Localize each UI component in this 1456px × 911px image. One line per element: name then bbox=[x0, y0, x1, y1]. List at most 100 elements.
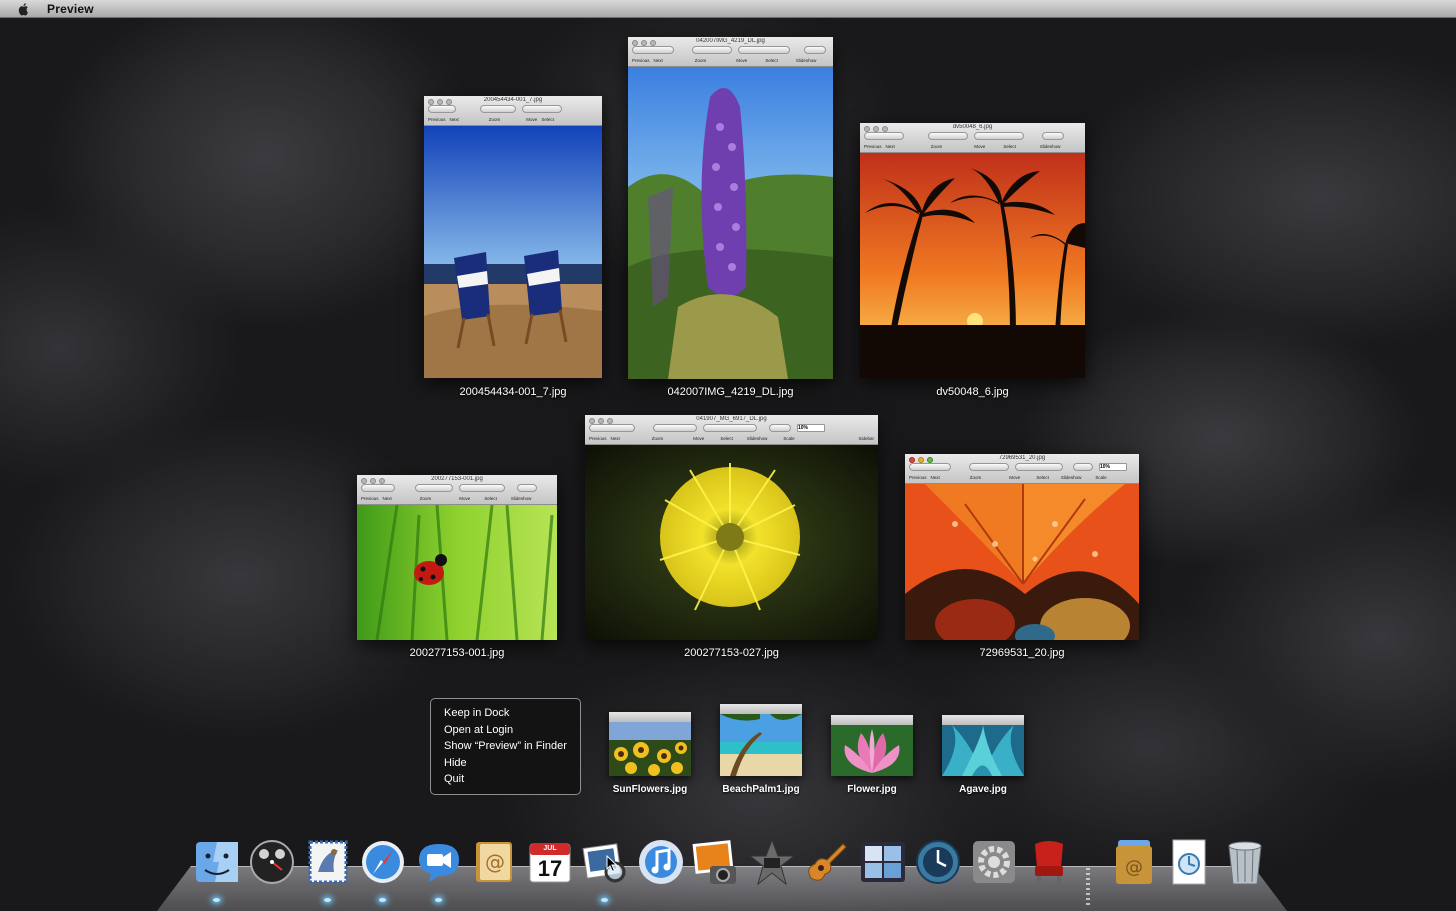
minimized-label: SunFlowers.jpg bbox=[612, 784, 688, 795]
minimized-label: BeachPalm1.jpg bbox=[722, 784, 800, 795]
toolbar-label: Previous bbox=[909, 475, 927, 480]
time-machine-icon[interactable] bbox=[914, 838, 962, 886]
running-indicator bbox=[379, 898, 386, 902]
svg-text:@: @ bbox=[485, 850, 505, 874]
toolbar-label: Previous bbox=[361, 496, 379, 501]
minimized-window-sunflowers[interactable] bbox=[609, 712, 691, 776]
toolbar-label: Select bbox=[484, 496, 497, 501]
running-indicator bbox=[213, 898, 220, 902]
photo-autumn-leaf bbox=[905, 484, 1139, 640]
menu-item-quit[interactable]: Quit bbox=[431, 771, 580, 788]
photo-palm-sunset bbox=[860, 153, 1085, 378]
dashboard-icon[interactable] bbox=[248, 838, 296, 886]
preview-window-palm-sunset[interactable]: dv50048_6.jpg Previous Next Zoom Move Se… bbox=[860, 123, 1085, 378]
photo-beach-chairs bbox=[424, 126, 602, 378]
toolbar-label: Scale bbox=[1095, 475, 1107, 480]
toolbar-label: Next bbox=[653, 58, 663, 63]
toolbar-label: Zoom bbox=[694, 58, 707, 63]
app-menu-preview[interactable]: Preview bbox=[47, 2, 94, 16]
preview-window-ladybug[interactable]: 200277153-001.jpg Previous Next Zoom Mov… bbox=[357, 475, 557, 640]
toolbar-label: Sidebar bbox=[858, 436, 874, 441]
minimized-label: Agave.jpg bbox=[959, 784, 1007, 795]
preview-icon[interactable] bbox=[581, 838, 629, 886]
toolbar-label: Previous bbox=[428, 117, 446, 122]
toolbar-label: Move bbox=[693, 436, 705, 441]
toolbar-label: Next bbox=[449, 117, 459, 122]
calendar-day: 17 bbox=[537, 856, 563, 881]
itunes-icon[interactable] bbox=[637, 838, 685, 886]
preview-window-beach-chairs[interactable]: 200454434-001_7.jpg Previous Next Zoom M… bbox=[424, 96, 602, 378]
photo-yellow-flower bbox=[585, 445, 878, 640]
iphoto-icon[interactable] bbox=[692, 838, 740, 886]
window-toolbar: 200454434-001_7.jpg Previous Next Zoom M… bbox=[424, 96, 602, 126]
ical-icon[interactable]: JUL 17 bbox=[526, 838, 574, 886]
toolbar-label: Zoom bbox=[488, 117, 501, 122]
window-title: 041907_MG_6917_DL.jpg bbox=[696, 416, 767, 422]
scale-field[interactable]: 10% bbox=[797, 424, 825, 432]
toolbar-label: Slideshow bbox=[795, 58, 817, 63]
toolbar-label: Scale bbox=[783, 436, 795, 441]
toolbar-label: Slideshow bbox=[1039, 144, 1061, 149]
preview-window-yellow-flower[interactable]: 041907_MG_6917_DL.jpg 10% Previous Next … bbox=[585, 415, 878, 640]
window-label: 200277153-001.jpg bbox=[409, 647, 505, 659]
toolbar-label: Slideshow bbox=[510, 496, 532, 501]
toolbar-label: Slideshow bbox=[746, 436, 768, 441]
address-book-icon[interactable]: @ bbox=[470, 838, 518, 886]
window-title: 200277153-001.jpg bbox=[431, 476, 483, 482]
window-toolbar: dv50048_6.jpg Previous Next Zoom Move Se… bbox=[860, 123, 1085, 153]
menu-item-keep-in-dock[interactable]: Keep in Dock bbox=[431, 705, 580, 722]
preview-window-purple-flower[interactable]: 042007IMG_4219_DL.jpg Previous Next Zoom… bbox=[628, 37, 833, 379]
minimized-window-beach-palm[interactable] bbox=[720, 704, 802, 776]
toolbar-label: Select bbox=[541, 117, 554, 122]
toolbar-label: Next bbox=[382, 496, 392, 501]
minimized-label: Flower.jpg bbox=[847, 784, 897, 795]
window-title: 200454434-001_7.jpg bbox=[483, 97, 543, 103]
preview-window-autumn-leaf[interactable]: 72969531_20.jpg 10% Previous Next Zoom M… bbox=[905, 454, 1139, 640]
toolbar-label: Move bbox=[736, 58, 748, 63]
safari-icon[interactable] bbox=[359, 838, 407, 886]
scale-field[interactable]: 10% bbox=[1099, 463, 1127, 471]
toolbar-label: Move bbox=[1009, 475, 1021, 480]
toolbar-label: Slideshow bbox=[1060, 475, 1082, 480]
finder-icon[interactable] bbox=[193, 838, 241, 886]
front-row-icon[interactable] bbox=[1025, 838, 1073, 886]
window-toolbar: 72969531_20.jpg 10% Previous Next Zoom M… bbox=[905, 454, 1139, 484]
apple-icon[interactable] bbox=[17, 2, 31, 16]
menu-item-show-in-finder[interactable]: Show “Preview” in Finder bbox=[431, 738, 580, 755]
ichat-icon[interactable] bbox=[415, 838, 463, 886]
window-label: dv50048_6.jpg bbox=[936, 386, 1009, 398]
running-indicator bbox=[601, 898, 608, 902]
mail-icon[interactable] bbox=[304, 838, 352, 886]
toolbar-label: Next bbox=[930, 475, 940, 480]
applications-stack-icon[interactable]: @ bbox=[1110, 838, 1158, 886]
toolbar-label: Next bbox=[610, 436, 620, 441]
window-label: 72969531_20.jpg bbox=[979, 647, 1065, 659]
toolbar-label: Next bbox=[885, 144, 895, 149]
photo-ladybug bbox=[357, 505, 557, 640]
menu-item-hide[interactable]: Hide bbox=[431, 755, 580, 772]
mouse-pointer-icon bbox=[606, 855, 618, 873]
toolbar-label: Move bbox=[526, 117, 538, 122]
minimized-window-agave[interactable] bbox=[942, 715, 1024, 776]
system-preferences-icon[interactable] bbox=[970, 838, 1018, 886]
toolbar-label: Move bbox=[974, 144, 986, 149]
toolbar-label: Select bbox=[1036, 475, 1049, 480]
svg-text:@: @ bbox=[1125, 857, 1143, 878]
window-label: 042007IMG_4219_DL.jpg bbox=[667, 386, 794, 398]
dock-context-menu: Keep in Dock Open at Login Show “Preview… bbox=[430, 698, 581, 795]
toolbar-label: Previous bbox=[589, 436, 607, 441]
toolbar-label: Zoom bbox=[930, 144, 943, 149]
spaces-icon[interactable] bbox=[859, 838, 907, 886]
minimized-window-flower[interactable] bbox=[831, 715, 913, 776]
dock-separator bbox=[1086, 868, 1090, 906]
trash-icon[interactable] bbox=[1221, 838, 1269, 886]
menu-item-open-at-login[interactable]: Open at Login bbox=[431, 722, 580, 739]
imovie-icon[interactable] bbox=[748, 838, 796, 886]
garageband-icon[interactable] bbox=[803, 838, 851, 886]
toolbar-label: Zoom bbox=[651, 436, 664, 441]
documents-stack-icon[interactable] bbox=[1165, 838, 1213, 886]
window-toolbar: 200277153-001.jpg Previous Next Zoom Mov… bbox=[357, 475, 557, 505]
toolbar-label: Zoom bbox=[969, 475, 982, 480]
window-toolbar: 042007IMG_4219_DL.jpg Previous Next Zoom… bbox=[628, 37, 833, 67]
window-toolbar: 041907_MG_6917_DL.jpg 10% Previous Next … bbox=[585, 415, 878, 445]
